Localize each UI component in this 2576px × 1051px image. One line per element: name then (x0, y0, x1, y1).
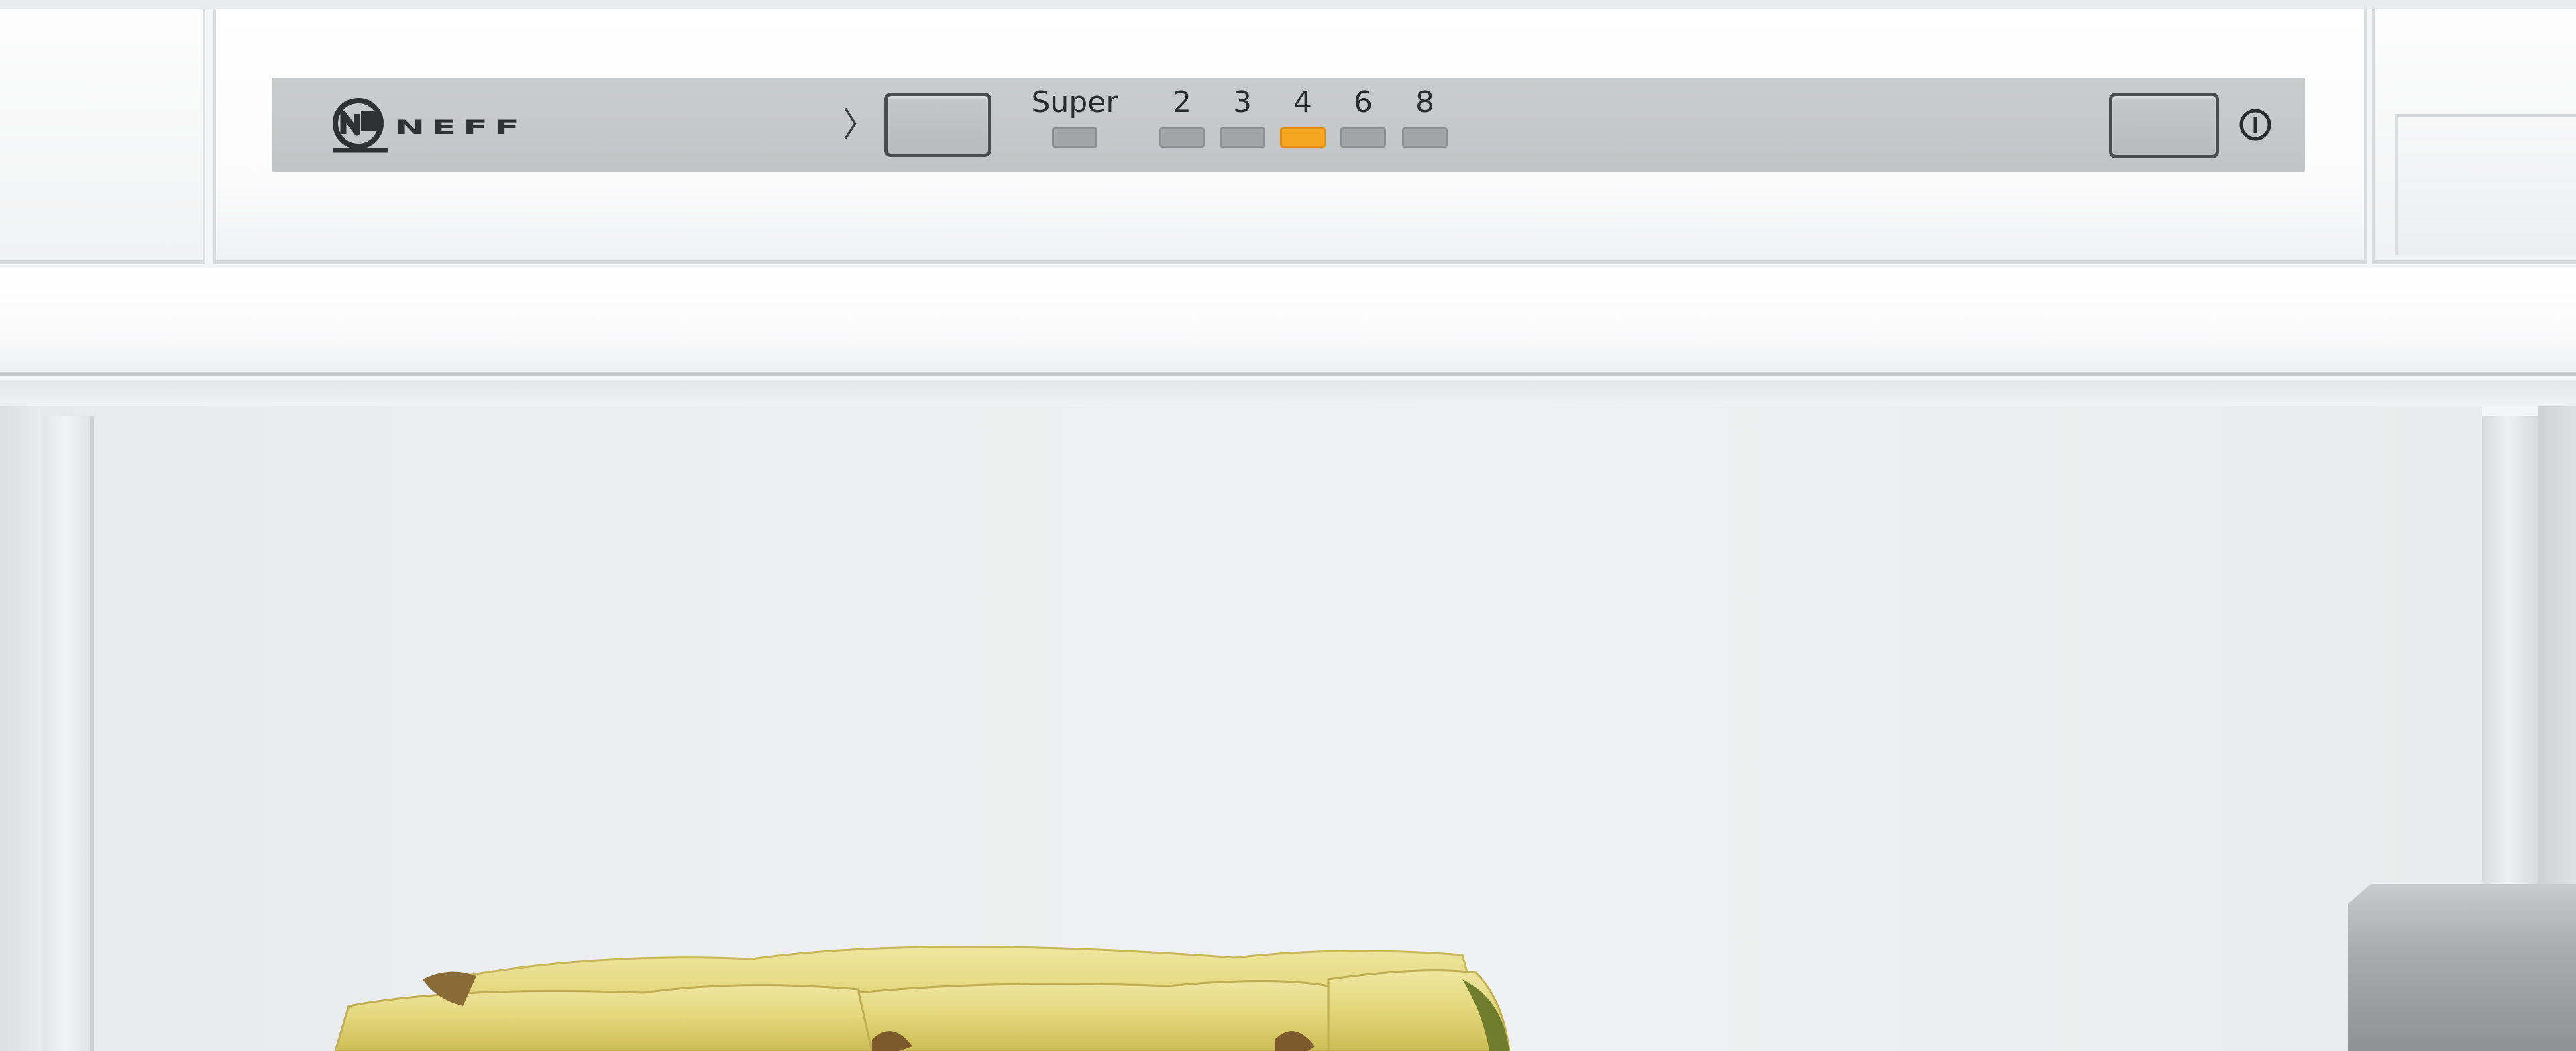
chevron-right-icon: 〉 (843, 105, 876, 144)
top-trim (0, 0, 2576, 9)
level-label-4: 4 (1293, 85, 1312, 119)
power-icon (2239, 109, 2271, 141)
level-led-6 (1340, 127, 1386, 148)
left-shelf-rail (43, 416, 90, 1051)
level-led-4-active (1280, 127, 1326, 148)
left-cabinet-panel (0, 9, 205, 264)
level-led-3 (1220, 127, 1265, 148)
shelf-holder (2348, 884, 2576, 1051)
level-label-6: 6 (1354, 85, 1373, 119)
door-handle-recess[interactable] (2395, 114, 2576, 255)
brand-name: NEFF (394, 115, 526, 140)
neff-logo-icon (333, 98, 388, 153)
pineapple-slices (334, 945, 1511, 1051)
lower-trim (0, 268, 2576, 376)
level-label-3: 3 (1233, 85, 1252, 119)
super-indicator-led (1052, 127, 1097, 148)
super-label: Super (1031, 85, 1118, 119)
power-button[interactable] (2109, 93, 2219, 158)
level-label-2: 2 (1173, 85, 1191, 119)
trim-shadow (0, 380, 2576, 406)
level-label-8: 8 (1415, 85, 1434, 119)
level-led-8 (1402, 127, 1448, 148)
left-interior-wall (0, 406, 40, 1051)
level-led-2 (1159, 127, 1205, 148)
left-rail-edge (90, 416, 94, 1051)
mode-select-button[interactable] (884, 93, 991, 157)
